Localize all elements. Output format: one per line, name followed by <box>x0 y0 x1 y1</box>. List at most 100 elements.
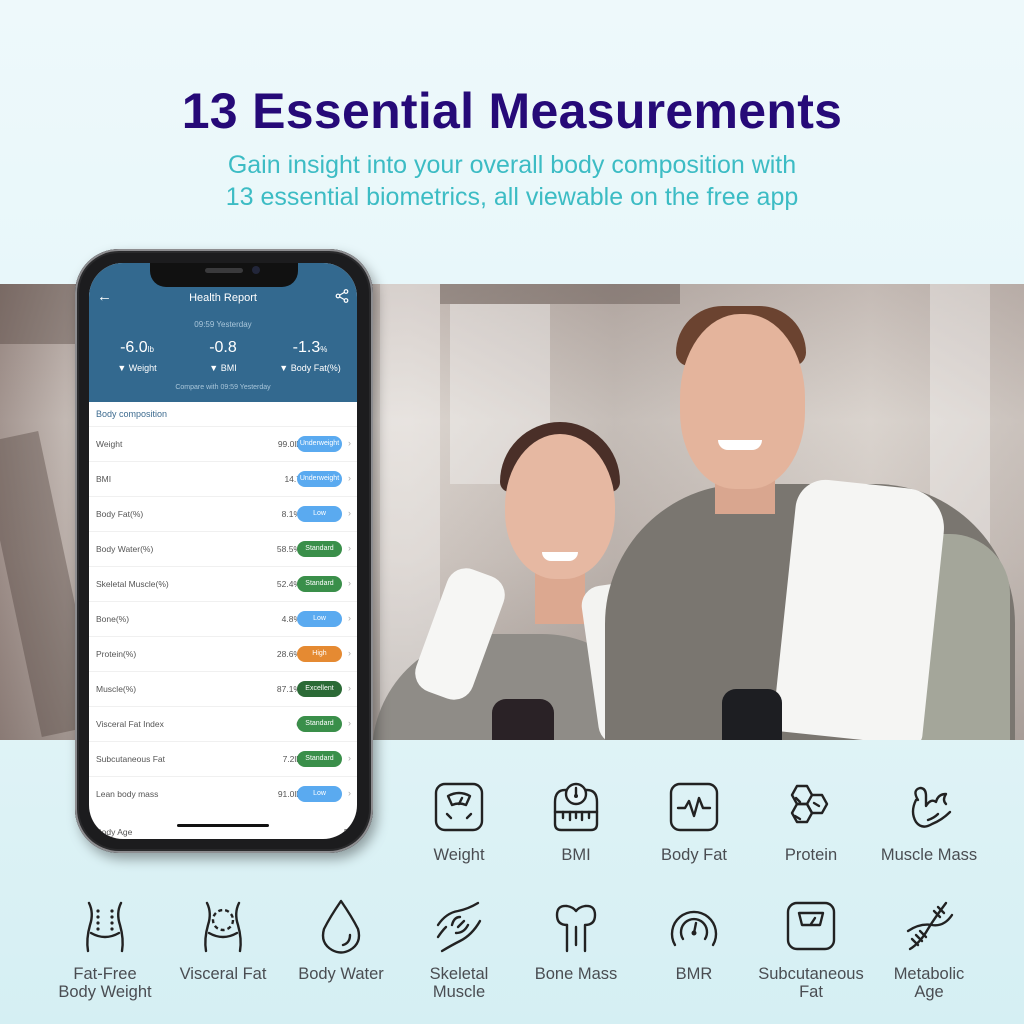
metric-name: Body Age <box>96 827 133 837</box>
feature-item: Protein <box>752 776 870 864</box>
chevron-right-icon: › <box>348 718 351 728</box>
list-item[interactable]: Body Fat(%) 8.1% Low › <box>89 496 357 531</box>
metric-name: Muscle(%) <box>96 684 137 694</box>
list-item[interactable]: BMI 14.7 Underweight › <box>89 461 357 496</box>
home-indicator[interactable] <box>177 824 269 827</box>
metric-name: Body Fat(%) <box>96 509 144 519</box>
feature-label: Body Fat <box>660 846 728 864</box>
chevron-right-icon: › <box>348 648 351 658</box>
feature-item: Metabolic Age <box>870 895 988 1001</box>
water-bottle <box>722 689 782 740</box>
metric-name: Subcutaneous Fat <box>96 754 165 764</box>
app-title: Health Report <box>189 292 257 304</box>
chevron-right-icon: › <box>348 438 351 448</box>
waist-circle-icon <box>204 901 242 953</box>
stat-label: ▼ BMI <box>209 363 237 373</box>
chevron-right-icon: › <box>348 753 351 763</box>
report-timestamp: 09:59 Yesterday <box>194 320 252 329</box>
feature-label: Subcutaneous Fat <box>758 965 864 1001</box>
stat-value: -0.8 <box>209 339 237 356</box>
body-composition-list: Weight 99.0lb Underweight › BMI 14.7 Underweig… <box>89 426 357 811</box>
metric-name: Lean body mass <box>96 789 159 799</box>
page-subheadline: Gain insight into your overall body comp… <box>0 149 1024 213</box>
status-badge: Standard <box>297 716 342 732</box>
feature-label: BMR <box>675 965 713 983</box>
list-item[interactable]: Skeletal Muscle(%) 52.4% Standard › <box>89 566 357 601</box>
metric-name: Body Water(%) <box>96 544 154 554</box>
subheadline-line-1: Gain insight into your overall body comp… <box>227 151 797 179</box>
metric-name: BMI <box>96 474 112 484</box>
feature-label: Visceral Fat <box>179 965 267 983</box>
status-badge: Standard <box>297 751 342 767</box>
list-item[interactable]: Lean body mass 91.0lb Low › <box>89 776 357 811</box>
heartbeat-icon <box>669 782 719 832</box>
gauge-icon <box>670 910 718 947</box>
dna-icon <box>906 901 954 951</box>
metric-name: Protein(%) <box>96 649 137 659</box>
status-badge: Low <box>297 506 342 522</box>
feature-item: BMR <box>635 895 753 983</box>
stat-value: -1.3 <box>292 339 321 356</box>
status-badge: Standard <box>297 576 342 592</box>
chevron-right-icon: › <box>348 473 351 483</box>
chevron-right-icon: › <box>348 508 351 518</box>
phone-camera <box>252 266 260 274</box>
muscle-fiber-icon <box>436 901 482 953</box>
feature-item: BMI <box>517 776 635 864</box>
feature-item: Weight <box>400 776 518 864</box>
feature-label: Body Water <box>298 965 384 983</box>
stat-value: -6.0 <box>120 339 148 356</box>
subheadline-line-2: 13 essential biometrics, all viewable on… <box>225 183 799 211</box>
feature-label: Skeletal Muscle <box>429 965 489 1001</box>
scale-icon <box>434 782 484 832</box>
feature-item: Muscle Mass <box>870 776 988 864</box>
status-badge: High <box>297 646 342 662</box>
feature-label: Muscle Mass <box>880 846 978 864</box>
feature-label: Bone Mass <box>534 965 618 983</box>
metric-name: Weight <box>96 439 123 449</box>
share-icon[interactable] <box>335 289 349 303</box>
phone-speaker <box>205 268 243 273</box>
feature-item: Body Water <box>282 895 400 983</box>
compare-text: Compare with 09:59 Yesterday <box>175 384 271 391</box>
list-item[interactable]: Bone(%) 4.8% Low › <box>89 601 357 636</box>
feature-item: Visceral Fat <box>164 895 282 983</box>
list-item[interactable]: Body Water(%) 58.5% Standard › <box>89 531 357 566</box>
flexed-arm-icon <box>911 786 952 828</box>
page-headline: 13 Essential Measurements <box>181 83 843 139</box>
chevron-right-icon: › <box>348 543 351 553</box>
status-badge: Excellent <box>297 681 342 697</box>
status-badge: Standard <box>297 541 342 557</box>
feature-item: Bone Mass <box>517 895 635 983</box>
section-title: Body composition <box>96 409 168 419</box>
list-item[interactable]: Weight 99.0lb Underweight › <box>89 426 357 461</box>
stat-weight-change: -6.0lb ▼ Weight <box>92 339 182 373</box>
metric-name: Skeletal Muscle(%) <box>96 579 169 589</box>
status-badge: Underweight <box>297 436 342 452</box>
status-badge: Underweight <box>297 471 342 487</box>
water-bottle <box>492 699 554 740</box>
status-badge: Low <box>297 611 342 627</box>
feature-item: Skeletal Muscle <box>400 895 518 1001</box>
square-scale-icon <box>786 901 836 951</box>
bone-icon <box>555 904 597 953</box>
stat-label: ▼ Weight <box>117 363 157 373</box>
feature-item: Fat-Free Body Weight <box>46 895 164 1001</box>
list-item[interactable]: Protein(%) 28.6% High › <box>89 636 357 671</box>
feature-label: Metabolic Age <box>893 965 965 1001</box>
list-item[interactable]: Subcutaneous Fat 7.2lb Standard › <box>89 741 357 776</box>
app-screen: ← Health Report 09:59 Yesterday -6.0lb ▼… <box>89 263 357 839</box>
feature-label: Protein <box>784 846 838 864</box>
molecule-icon <box>790 784 829 824</box>
feature-item: Body Fat <box>635 776 753 864</box>
list-item[interactable]: Muscle(%) 87.1% Excellent › <box>89 671 357 706</box>
phone-notch <box>150 263 298 287</box>
stat-label: ▼ Body Fat(%) <box>279 363 341 373</box>
chevron-right-icon: › <box>348 683 351 693</box>
metric-name: Bone(%) <box>96 614 130 624</box>
water-drop-icon <box>321 899 361 954</box>
feature-item: Subcutaneous Fat <box>752 895 870 1001</box>
stat-unit: lb <box>147 345 154 354</box>
list-item[interactable]: Visceral Fat Index6Standard› <box>89 706 357 741</box>
metric-name: Visceral Fat Index <box>96 719 164 729</box>
